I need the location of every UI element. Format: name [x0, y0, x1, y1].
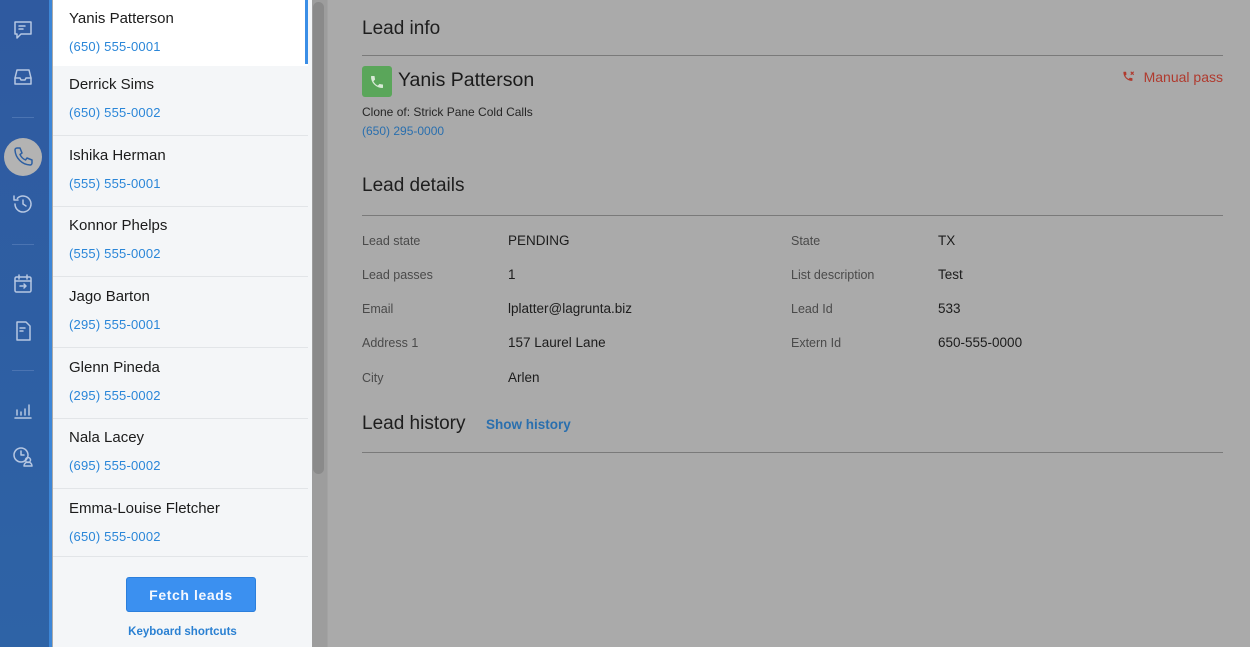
lead-name: Nala Lacey	[69, 429, 145, 446]
history-icon	[13, 195, 32, 213]
lead-phone: (650) 555-0002	[69, 105, 161, 120]
extern-id-value: 650-555-0000	[938, 335, 1023, 350]
call-status-badge	[362, 66, 392, 97]
bar-chart-icon	[14, 404, 32, 419]
lead-name: Jago Barton	[69, 288, 150, 305]
nav-separator	[12, 117, 34, 118]
user-clock-icon	[13, 447, 33, 467]
lead-name-heading: Yanis Patterson	[398, 69, 535, 91]
nav-messages[interactable]	[4, 11, 42, 49]
lead-name: Yanis Patterson	[69, 10, 174, 27]
calendar-forward-icon	[14, 274, 32, 293]
lead-detail-panel: Lead info Yanis Patterson Clone of: Stri…	[329, 0, 1250, 647]
field-label: City	[362, 371, 384, 385]
field-label: Email	[362, 302, 394, 316]
lead-phone: (695) 555-0002	[69, 458, 161, 473]
city-value: Arlen	[508, 370, 540, 385]
lead-list-item[interactable]: Emma-Louise Fletcher (650) 555-0002	[53, 490, 308, 557]
field-label: Lead state	[362, 234, 421, 248]
lead-list-item[interactable]: Nala Lacey (695) 555-0002	[53, 419, 308, 489]
nav-separator	[12, 244, 34, 245]
nav-calls[interactable]	[4, 138, 42, 176]
field-label: Extern Id	[791, 336, 842, 350]
nav-separator	[12, 370, 34, 371]
inbox-icon	[14, 69, 32, 85]
lead-info-heading: Lead info	[362, 18, 441, 39]
lead-list-item[interactable]: Yanis Patterson (650) 555-0001	[53, 0, 308, 70]
lead-phone: (295) 555-0002	[69, 388, 161, 403]
lead-list-item[interactable]: Konnor Phelps (555) 555-0002	[53, 207, 308, 277]
nav-agent-status[interactable]	[4, 438, 42, 476]
lead-state-value: PENDING	[508, 233, 570, 248]
lead-name: Emma-Louise Fletcher	[69, 500, 220, 517]
lead-phone-link[interactable]: (650) 295-0000	[362, 124, 444, 138]
lead-phone: (295) 555-0001	[69, 317, 161, 332]
lead-name: Derrick Sims	[69, 76, 154, 93]
keyboard-shortcuts-link[interactable]: Keyboard shortcuts	[53, 626, 312, 638]
lead-phone: (650) 555-0001	[69, 39, 161, 54]
phone-icon	[14, 147, 33, 166]
nav-rail	[0, 0, 52, 647]
app-window: Yanis Patterson (650) 555-0001 Derrick S…	[0, 0, 1250, 647]
leads-list-scroll-thumb[interactable]	[313, 2, 324, 474]
lead-list-item[interactable]: Jago Barton (295) 555-0001	[53, 278, 308, 348]
lead-phone: (650) 555-0002	[69, 529, 161, 544]
document-icon	[16, 321, 31, 341]
nav-history[interactable]	[4, 185, 42, 223]
field-label: Lead Id	[791, 302, 833, 316]
nav-schedule[interactable]	[4, 265, 42, 303]
lead-details-heading: Lead details	[362, 175, 465, 196]
call-cancel-icon	[1123, 71, 1134, 81]
lead-history-heading: Lead history	[362, 413, 466, 434]
lead-name: Konnor Phelps	[69, 217, 168, 234]
field-label: Address 1	[362, 336, 419, 350]
field-label: State	[791, 234, 821, 248]
show-history-link[interactable]: Show history	[486, 417, 571, 432]
lead-list-item[interactable]: Glenn Pineda (295) 555-0002	[53, 349, 308, 419]
nav-notes[interactable]	[4, 312, 42, 350]
list-description-value: Test	[938, 267, 963, 282]
lead-name: Glenn Pineda	[69, 359, 160, 376]
lead-phone: (555) 555-0001	[69, 176, 161, 191]
divider	[362, 55, 1223, 56]
email-value: lplatter@lagrunta.biz	[508, 301, 633, 316]
chat-icon	[14, 21, 32, 39]
field-label: Lead passes	[362, 268, 433, 282]
lead-passes-value: 1	[508, 267, 516, 282]
nav-inbox[interactable]	[4, 58, 42, 96]
phone-icon	[371, 75, 383, 88]
lead-phone: (555) 555-0002	[69, 246, 161, 261]
lead-list-item[interactable]: Ishika Herman (555) 555-0001	[53, 137, 308, 207]
address-value: 157 Laurel Lane	[508, 335, 606, 350]
fetch-leads-button[interactable]: Fetch leads	[126, 577, 256, 612]
field-label: List description	[791, 268, 875, 282]
clone-of-text: Clone of: Strick Pane Cold Calls	[362, 105, 533, 119]
manual-pass-label: Manual pass	[1143, 69, 1223, 85]
lead-name: Ishika Herman	[69, 147, 166, 164]
state-value: TX	[938, 233, 956, 248]
lead-id-value: 533	[938, 301, 961, 316]
nav-reports[interactable]	[4, 391, 42, 429]
leads-list-pane: Yanis Patterson (650) 555-0001 Derrick S…	[53, 0, 312, 647]
manual-pass-button[interactable]: Manual pass	[1122, 69, 1223, 85]
divider	[362, 215, 1223, 216]
lead-list-item[interactable]: Derrick Sims (650) 555-0002	[53, 66, 308, 136]
divider	[362, 452, 1223, 453]
